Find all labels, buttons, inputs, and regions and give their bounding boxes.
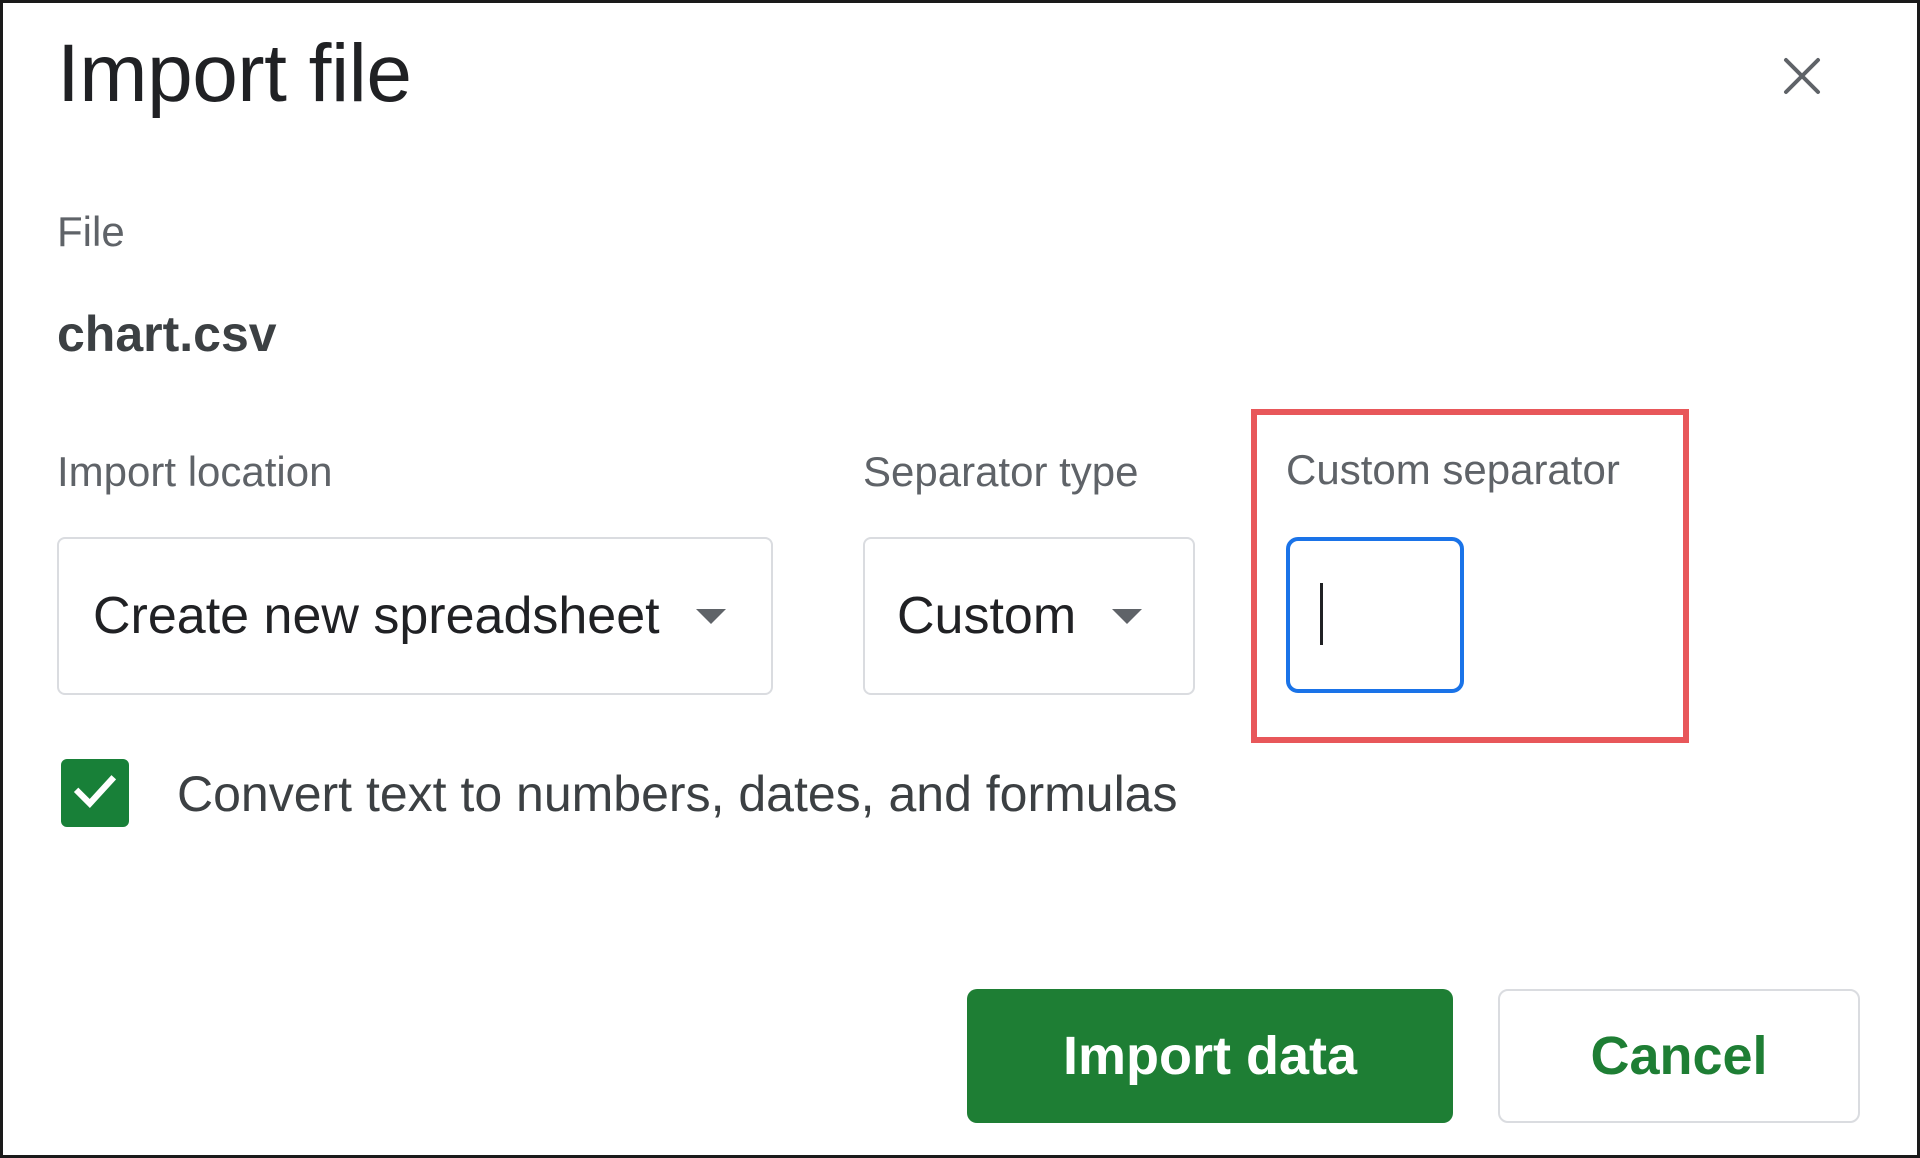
dialog-title: Import file: [57, 28, 412, 119]
close-icon: [1778, 52, 1826, 105]
import-data-button[interactable]: Import data: [967, 989, 1453, 1123]
file-label: File: [57, 208, 125, 255]
import-location-label: Import location: [57, 448, 333, 495]
convert-text-label: Convert text to numbers, dates, and form…: [177, 766, 1178, 822]
convert-text-checkbox[interactable]: [61, 759, 129, 827]
import-file-dialog: Import file File chart.csv Import locati…: [0, 0, 1920, 1158]
import-location-value: Create new spreadsheet: [93, 587, 660, 645]
file-name: chart.csv: [57, 306, 277, 362]
separator-type-label: Separator type: [863, 448, 1139, 495]
close-button[interactable]: [1763, 45, 1841, 111]
separator-type-value: Custom: [897, 587, 1077, 645]
checkmark-icon: [70, 766, 120, 821]
chevron-down-icon: [695, 608, 726, 624]
text-cursor: [1320, 583, 1323, 645]
separator-type-dropdown[interactable]: Custom: [863, 537, 1195, 695]
custom-separator-input[interactable]: [1286, 537, 1464, 693]
custom-separator-label: Custom separator: [1286, 446, 1620, 493]
chevron-down-icon: [1112, 608, 1143, 624]
cancel-button[interactable]: Cancel: [1498, 989, 1860, 1123]
import-location-dropdown[interactable]: Create new spreadsheet: [57, 537, 773, 695]
